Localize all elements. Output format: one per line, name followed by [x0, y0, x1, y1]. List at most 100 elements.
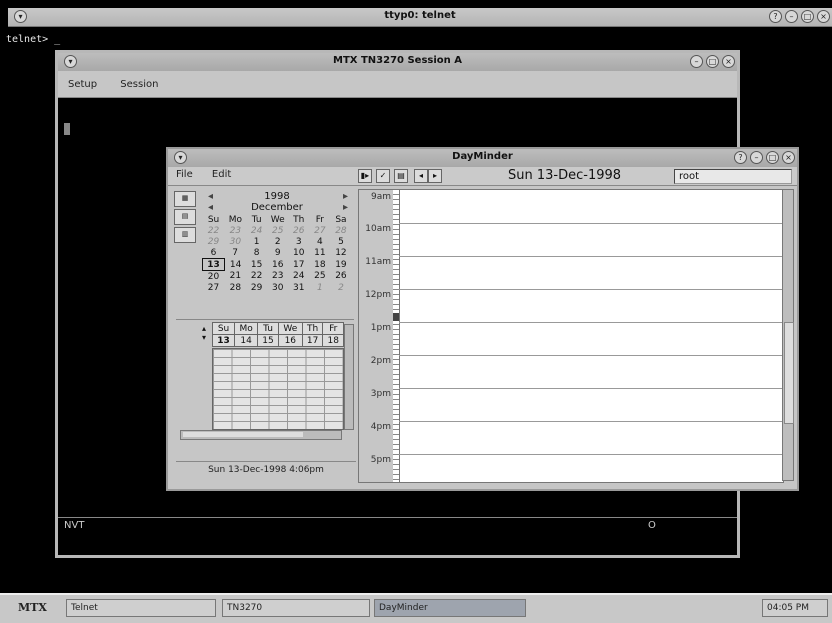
telnet-titlebar[interactable]: ▾ ttyp0: telnet ? – □ ×: [8, 8, 832, 27]
day-vertical-scrollbar[interactable]: [782, 189, 794, 481]
calendar-day[interactable]: 22: [246, 271, 267, 283]
calendar-day[interactable]: 29: [246, 282, 267, 293]
prev-day-icon[interactable]: ◂: [414, 169, 428, 183]
calendar-day[interactable]: 2: [330, 282, 351, 293]
taskbar-item-dayminder[interactable]: DayMinder: [374, 599, 526, 617]
calendar-day[interactable]: 9: [267, 247, 288, 259]
scroll-thumb[interactable]: [784, 322, 794, 424]
hour-slot[interactable]: [399, 256, 783, 257]
calendar-day[interactable]: 30: [267, 282, 288, 293]
calendar-day[interactable]: 28: [330, 225, 351, 236]
mtx-logo[interactable]: MTX: [18, 601, 47, 614]
calendar-day[interactable]: 24: [246, 225, 267, 236]
user-select[interactable]: root: [674, 169, 792, 184]
calendar-day[interactable]: 22: [203, 225, 225, 236]
week-date[interactable]: 15: [257, 334, 279, 347]
calendar-day[interactable]: 7: [225, 247, 247, 259]
calendar-day[interactable]: 10: [288, 247, 309, 259]
calendar-day[interactable]: 27: [309, 225, 330, 236]
minimize-icon[interactable]: –: [750, 151, 763, 164]
calendar-day[interactable]: 16: [267, 259, 288, 271]
calendar-day[interactable]: 5: [330, 236, 351, 247]
dayminder-window: ▾ DayMinder ? – □ × File Edit ▮▸ ✓ ▤ ◂ ▸…: [166, 147, 799, 491]
next-month-icon[interactable]: ▸: [343, 202, 348, 213]
calendar-day[interactable]: 4: [309, 236, 330, 247]
calendar-day[interactable]: 26: [288, 225, 309, 236]
calendar-day[interactable]: 25: [309, 271, 330, 283]
calendar-day[interactable]: 3: [288, 236, 309, 247]
calendar-day-today[interactable]: 13: [201, 258, 226, 271]
help-icon[interactable]: ?: [769, 10, 782, 23]
maximize-icon[interactable]: □: [706, 55, 719, 68]
close-icon[interactable]: ×: [722, 55, 735, 68]
calendar-day[interactable]: 23: [225, 225, 247, 236]
calendar-day[interactable]: 8: [246, 247, 267, 259]
taskbar-item-telnet[interactable]: Telnet: [66, 599, 216, 617]
week-date[interactable]: 17: [301, 334, 324, 347]
next-week-icon[interactable]: ▾: [202, 333, 210, 342]
calendar-day[interactable]: 30: [225, 236, 247, 247]
week-date[interactable]: 16: [277, 334, 303, 347]
calendar-day[interactable]: 1: [309, 282, 330, 293]
minimize-icon[interactable]: –: [690, 55, 703, 68]
menu-file[interactable]: File: [168, 167, 201, 182]
maximize-icon[interactable]: □: [766, 151, 779, 164]
calendar-day[interactable]: 28: [225, 282, 247, 293]
calendar-day[interactable]: 26: [330, 271, 351, 283]
hour-slot[interactable]: [399, 289, 783, 290]
menu-edit[interactable]: Edit: [204, 167, 239, 182]
hour-slot[interactable]: [399, 454, 783, 455]
prev-week-icon[interactable]: ▴: [202, 324, 210, 333]
calendar-day[interactable]: 23: [267, 271, 288, 283]
month-view-icon[interactable]: ▤: [174, 209, 196, 225]
dayminder-titlebar[interactable]: ▾ DayMinder ? – □ ×: [168, 149, 797, 168]
week-view-icon[interactable]: ▥: [174, 227, 196, 243]
calendar-day[interactable]: 25: [267, 225, 288, 236]
calendar-day[interactable]: 14: [225, 259, 247, 271]
week-grid[interactable]: [212, 348, 344, 430]
week-date[interactable]: 13: [211, 334, 236, 347]
menu-session[interactable]: Session: [110, 71, 168, 98]
calendar-day[interactable]: 6: [203, 247, 225, 259]
week-vertical-scrollbar[interactable]: [344, 324, 354, 430]
todo-icon[interactable]: ✓: [376, 169, 390, 183]
next-day-icon[interactable]: ▸: [428, 169, 442, 183]
week-date[interactable]: 14: [234, 334, 259, 347]
calendar-day[interactable]: 29: [203, 236, 225, 247]
calendar-day[interactable]: 21: [225, 271, 247, 283]
next-year-icon[interactable]: ▸: [343, 191, 348, 202]
calendar-day[interactable]: 1: [246, 236, 267, 247]
week-date[interactable]: 18: [322, 334, 344, 347]
taskbar-item-tn3270[interactable]: TN3270: [222, 599, 370, 617]
calendar-day[interactable]: 31: [288, 282, 309, 293]
day-view-icon[interactable]: ▮▸: [358, 169, 372, 183]
help-icon[interactable]: ?: [734, 151, 747, 164]
hour-slot[interactable]: [399, 355, 783, 356]
menu-setup[interactable]: Setup: [58, 71, 107, 98]
calendar-day[interactable]: 20: [203, 271, 225, 283]
calendar-day[interactable]: 17: [288, 259, 309, 271]
week-horizontal-scrollbar[interactable]: [180, 430, 342, 440]
close-icon[interactable]: ×: [817, 10, 830, 23]
hour-slot[interactable]: [399, 388, 783, 389]
week-view: ▴ ▾ Su Mo Tu We Th Fr 13 14 15 16 17 18: [176, 319, 354, 440]
year-view-icon[interactable]: ▦: [174, 191, 196, 207]
calendar-day[interactable]: 18: [309, 259, 330, 271]
calendar-day[interactable]: 2: [267, 236, 288, 247]
hour-slot[interactable]: [399, 421, 783, 422]
calendar-day[interactable]: 12: [330, 247, 351, 259]
scroll-thumb[interactable]: [183, 432, 303, 437]
calendar-day[interactable]: 11: [309, 247, 330, 259]
calendar-day[interactable]: 15: [246, 259, 267, 271]
close-icon[interactable]: ×: [782, 151, 795, 164]
month-row: ◂ December ▸: [202, 202, 352, 214]
minimize-icon[interactable]: –: [785, 10, 798, 23]
hour-slot[interactable]: [399, 322, 783, 323]
notes-icon[interactable]: ▤: [394, 169, 408, 183]
hour-slot[interactable]: [399, 223, 783, 224]
maximize-icon[interactable]: □: [801, 10, 814, 23]
tn3270-titlebar[interactable]: ▾ MTX TN3270 Session A – □ ×: [58, 53, 737, 72]
calendar-day[interactable]: 27: [203, 282, 225, 293]
calendar-day[interactable]: 19: [330, 259, 351, 271]
calendar-day[interactable]: 24: [288, 271, 309, 283]
